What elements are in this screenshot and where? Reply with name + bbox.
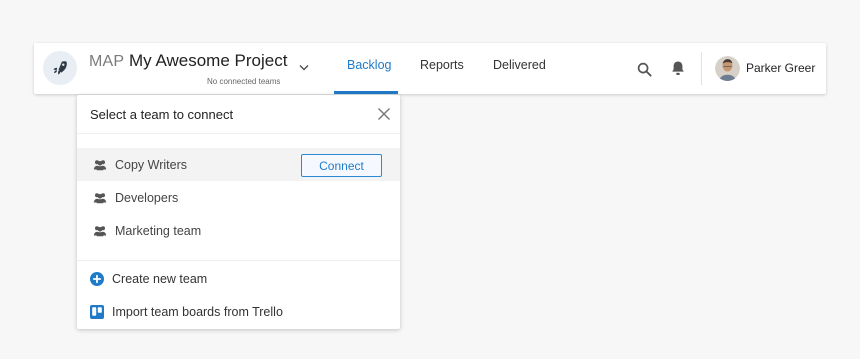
user-avatar[interactable] [715,56,740,81]
team-icon [93,192,107,204]
project-name[interactable]: My Awesome Project [129,51,287,71]
bell-icon[interactable] [669,59,687,77]
dropdown-header-divider [77,133,400,134]
connect-button[interactable]: Connect [301,154,382,177]
active-tab-indicator [334,91,398,94]
chevron-down-icon[interactable] [296,59,312,75]
search-icon[interactable] [635,60,653,78]
team-selector-dropdown: Select a team to connect Copy Writers Co… [77,95,400,329]
project-subtitle: No connected teams [207,77,281,86]
close-icon[interactable] [375,105,393,123]
create-new-team-label: Create new team [112,272,208,286]
team-item-copy-writers[interactable]: Copy Writers Connect [77,148,400,181]
import-trello-label: Import team boards from Trello [112,305,283,319]
dropdown-title: Select a team to connect [90,107,234,122]
tab-backlog[interactable]: Backlog [347,58,391,72]
team-item-developers[interactable]: Developers [77,181,400,214]
team-name: Developers [115,190,179,205]
team-icon [93,159,107,171]
team-list: Copy Writers Connect Developers Marketin… [77,148,400,247]
team-name: Marketing team [115,223,202,238]
dropdown-footer-divider [77,260,400,261]
tab-delivered[interactable]: Delivered [493,58,546,72]
top-navigation-bar: MAP My Awesome Project No connected team… [34,43,826,94]
trello-icon [90,305,104,319]
plus-circle-icon [90,272,104,286]
team-name: Copy Writers [115,157,188,172]
rocket-icon[interactable] [43,51,77,85]
create-new-team-button[interactable]: Create new team [90,269,207,289]
user-name[interactable]: Parker Greer [746,61,815,75]
import-trello-button[interactable]: Import team boards from Trello [90,302,283,322]
tab-reports[interactable]: Reports [420,58,464,72]
project-key: MAP [89,53,125,70]
header-divider [701,52,702,85]
team-icon [93,225,107,237]
team-item-marketing-team[interactable]: Marketing team [77,214,400,247]
